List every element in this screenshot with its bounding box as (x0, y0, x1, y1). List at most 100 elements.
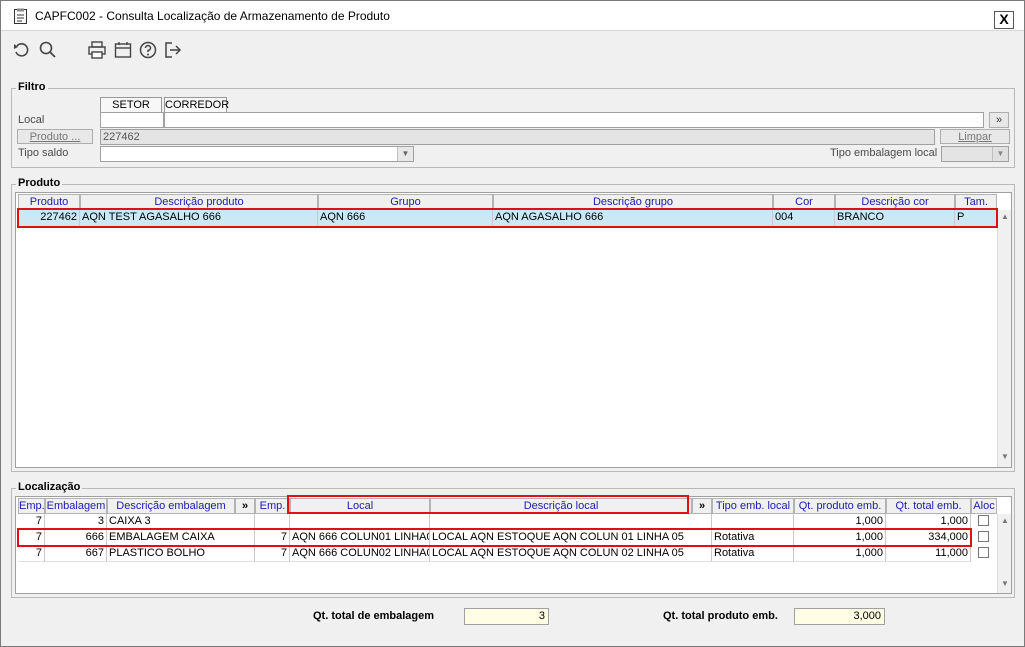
col-qt-total-emb[interactable]: Qt. total emb. (886, 498, 971, 514)
col-produto[interactable]: Produto (18, 194, 80, 210)
col-qt-produto-emb[interactable]: Qt. produto emb. (794, 498, 886, 514)
table-row[interactable]: 7 667 PLASTICO BOLHO 7 AQN 666 COLUN02 L… (18, 546, 997, 562)
scroll-up-icon[interactable]: ▲ (999, 210, 1011, 224)
cell-local: AQN 666 COLUN01 LINHA05 (290, 530, 430, 546)
browse-icon: » (995, 114, 1003, 126)
expand-embalagem-button[interactable]: » (235, 498, 255, 514)
localizacao-legend: Localização (16, 481, 83, 493)
cell-emp: 7 (18, 514, 45, 530)
col-emp-local[interactable]: Emp. (255, 498, 290, 514)
localizacao-grid: Emp. Embalagem Descrição embalagem » Emp… (15, 496, 1012, 594)
cell-emp-local: 7 (255, 546, 290, 562)
cell-emp-local (255, 514, 290, 530)
window-title: CAPFC002 - Consulta Localização de Armaz… (35, 9, 390, 23)
window: CAPFC002 - Consulta Localização de Armaz… (0, 0, 1025, 647)
col-descricao-cor[interactable]: Descrição cor (835, 194, 955, 210)
cell-local: AQN 666 COLUN02 LINHA05 (290, 546, 430, 562)
table-row[interactable]: 7 3 CAIXA 3 1,000 1,000 (18, 514, 997, 530)
cell-local (290, 514, 430, 530)
title-bar: CAPFC002 - Consulta Localização de Armaz… (1, 1, 1024, 31)
col-tipo-emb-local[interactable]: Tipo emb. local (712, 498, 794, 514)
cell-descricao-local (430, 514, 712, 530)
qt-total-embalagem-label: Qt. total de embalagem (313, 610, 435, 622)
cell-tipo (712, 514, 794, 530)
help-icon[interactable] (138, 40, 158, 60)
aloc-checkbox[interactable] (978, 547, 989, 558)
close-icon: X (999, 11, 1009, 27)
produto-scrollbar[interactable]: ▲ ▼ (997, 210, 1011, 467)
col-embalagem[interactable]: Embalagem (45, 498, 107, 514)
chevron-down-icon[interactable]: ▼ (397, 147, 413, 161)
cell-descricao-cor: BRANCO (835, 210, 955, 226)
toolbar (1, 31, 1024, 65)
cell-produto: 227462 (18, 210, 80, 226)
col-cor[interactable]: Cor (773, 194, 835, 210)
local-browse-button[interactable]: » (989, 112, 1009, 128)
cell-embalagem: 667 (45, 546, 107, 562)
col-local[interactable]: Local (290, 498, 430, 514)
cell-tipo: Rotativa (712, 546, 794, 562)
cell-emp: 7 (18, 546, 45, 562)
col-descricao-local[interactable]: Descrição local (430, 498, 692, 514)
table-row[interactable]: 7 666 EMBALAGEM CAIXA 7 AQN 666 COLUN01 … (18, 530, 997, 546)
cell-emp-local: 7 (255, 530, 290, 546)
filtro-legend: Filtro (16, 81, 48, 93)
table-row[interactable]: 227462 AQN TEST AGASALHO 666 AQN 666 AQN… (18, 210, 997, 226)
col-aloc[interactable]: Aloc (971, 498, 997, 514)
cell-qt-total: 11,000 (886, 546, 971, 562)
cell-qt-total: 1,000 (886, 514, 971, 530)
cell-descricao-embalagem: PLASTICO BOLHO (107, 546, 255, 562)
cell-descricao-local: LOCAL AQN ESTOQUE AQN COLUN 02 LINHA 05 (430, 546, 712, 562)
cell-tam: P (955, 210, 997, 226)
localizacao-scrollbar[interactable]: ▲ ▼ (997, 514, 1011, 593)
qt-total-produto-label: Qt. total produto emb. (663, 610, 778, 622)
print-icon[interactable] (87, 40, 107, 60)
expand-local-button[interactable]: » (692, 498, 712, 514)
calendar-icon[interactable] (113, 40, 133, 60)
tipo-saldo-select[interactable] (100, 146, 414, 162)
cell-qt-produto: 1,000 (794, 514, 886, 530)
tipo-saldo-label: Tipo saldo (18, 147, 69, 159)
close-button[interactable]: X (994, 11, 1014, 29)
produto-grid: Produto Descrição produto Grupo Descriçã… (15, 192, 1012, 468)
col-descricao-grupo[interactable]: Descrição grupo (493, 194, 773, 210)
tab-setor[interactable]: SETOR (100, 97, 162, 113)
produto-legend: Produto (16, 177, 63, 189)
limpar-button[interactable]: Limpar (940, 129, 1010, 144)
cell-qt-total: 334,000 (886, 530, 971, 546)
col-descricao-produto[interactable]: Descrição produto (80, 194, 318, 210)
scroll-up-icon[interactable]: ▲ (999, 514, 1011, 528)
cell-descricao-embalagem: CAIXA 3 (107, 514, 255, 530)
cell-descricao-local: LOCAL AQN ESTOQUE AQN COLUN 01 LINHA 05 (430, 530, 712, 546)
produto-button[interactable]: Produto ... (17, 129, 93, 144)
form-icon (14, 8, 27, 24)
limpar-button-label: Limpar (958, 131, 992, 143)
cell-emp: 7 (18, 530, 45, 546)
aloc-checkbox[interactable] (978, 531, 989, 542)
aloc-checkbox[interactable] (978, 515, 989, 526)
tab-corredor[interactable]: CORREDOR (164, 97, 229, 113)
local-input[interactable] (100, 112, 164, 128)
search-icon[interactable] (38, 40, 58, 60)
undo-icon[interactable] (12, 40, 32, 60)
produto-input: 227462 (100, 129, 935, 145)
qt-total-produto-value: 3,000 (794, 608, 885, 625)
cell-descricao-grupo: AQN AGASALHO 666 (493, 210, 773, 226)
corredor-input[interactable] (164, 112, 984, 128)
cell-tipo: Rotativa (712, 530, 794, 546)
scroll-down-icon[interactable]: ▼ (999, 577, 1011, 591)
local-label: Local (18, 114, 45, 126)
produto-button-label: Produto ... (29, 131, 81, 143)
col-descricao-embalagem[interactable]: Descrição embalagem (107, 498, 235, 514)
col-grupo[interactable]: Grupo (318, 194, 493, 210)
col-tam[interactable]: Tam. (955, 194, 997, 210)
col-emp[interactable]: Emp. (18, 498, 45, 514)
chevron-down-icon[interactable]: ▼ (992, 147, 1008, 161)
cell-embalagem: 3 (45, 514, 107, 530)
cell-grupo: AQN 666 (318, 210, 493, 226)
cell-qt-produto: 1,000 (794, 530, 886, 546)
exit-icon[interactable] (163, 40, 183, 60)
qt-total-embalagem-value: 3 (464, 608, 549, 625)
scroll-down-icon[interactable]: ▼ (999, 450, 1011, 464)
cell-descricao-embalagem: EMBALAGEM CAIXA (107, 530, 255, 546)
